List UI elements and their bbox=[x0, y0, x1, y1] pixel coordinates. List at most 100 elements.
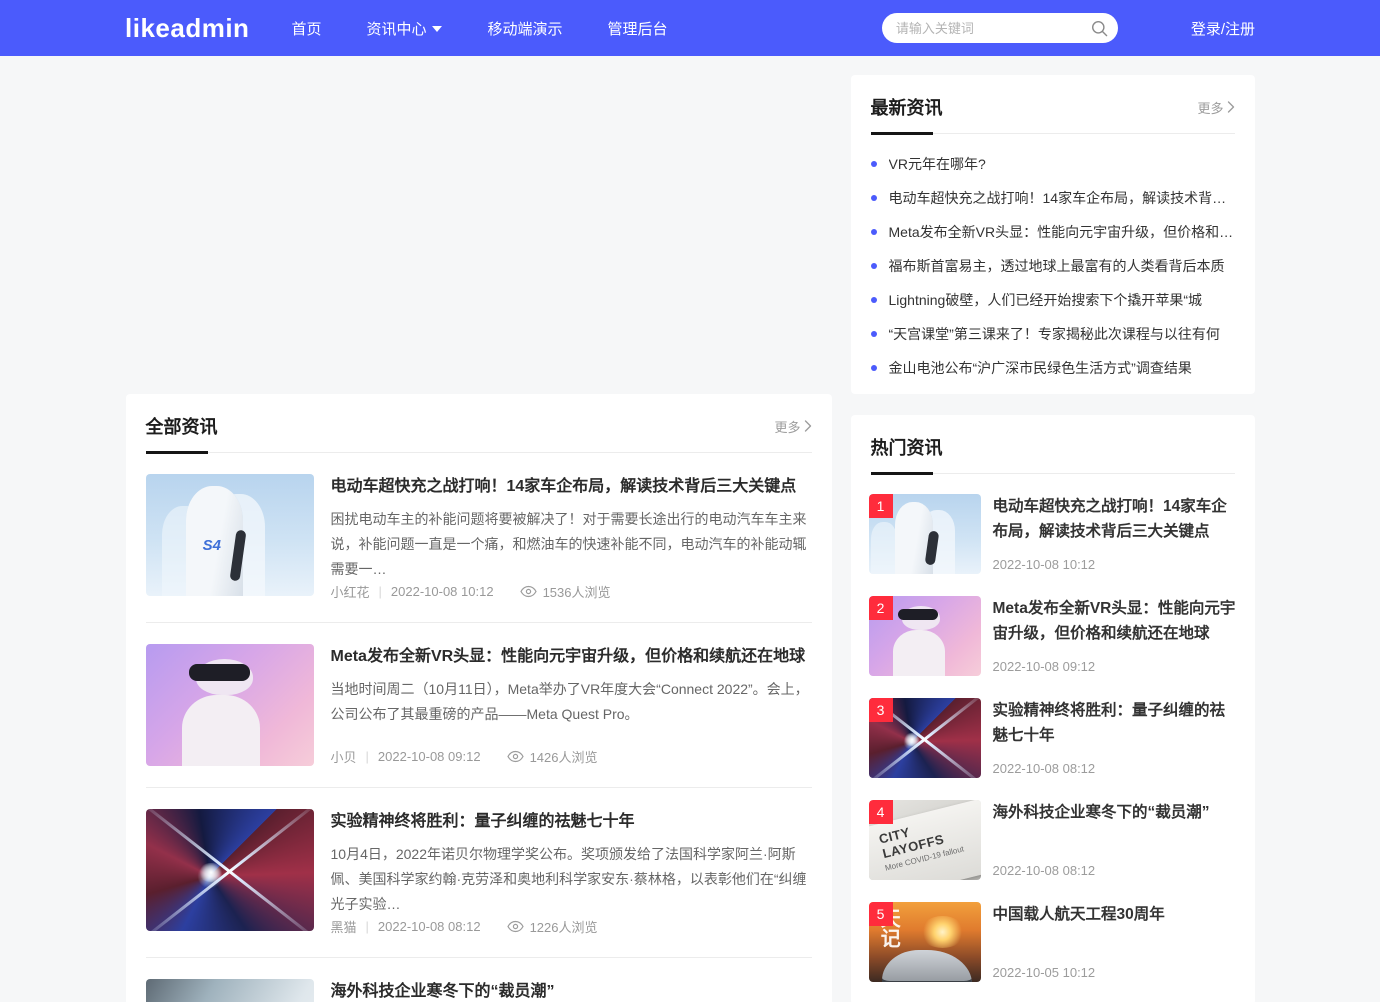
latest-news-list: VR元年在哪年? 电动车超快充之战打响！14家车企布局，解读技术背后三… Met… bbox=[851, 134, 1255, 385]
article-author: 黑猫 bbox=[331, 917, 357, 936]
article-row[interactable]: 海外科技企业寒冬下的“裁员潮” bbox=[146, 958, 812, 1002]
hot-news-item-date: 2022-10-08 08:12 bbox=[993, 761, 1237, 778]
hot-news-item-title[interactable]: 中国载人航天工程30周年 bbox=[993, 902, 1237, 927]
latest-news-item-text: VR元年在哪年? bbox=[889, 154, 986, 174]
hot-news-list: 1 电动车超快充之战打响！14家车企布局，解读技术背后三大关键点 2022-10… bbox=[851, 474, 1255, 1000]
search-icon[interactable] bbox=[1091, 20, 1108, 37]
article-date: 2022-10-08 08:12 bbox=[378, 919, 481, 934]
all-news-header: 全部资讯 更多 bbox=[146, 394, 812, 453]
hot-news-item[interactable]: 5 天记 中国载人航天工程30周年 2022-10-05 10:12 bbox=[869, 902, 1237, 982]
login-register-link[interactable]: 登录/注册 bbox=[1191, 18, 1255, 39]
likeadmin-logo[interactable]: likeadmin bbox=[125, 13, 249, 44]
rank-badge: 3 bbox=[869, 698, 893, 722]
article-views-label: 1426人浏览 bbox=[530, 747, 598, 766]
vr-visor-shape bbox=[898, 609, 938, 620]
bullet-dot-icon bbox=[871, 263, 877, 269]
article-row[interactable]: S4 电动车超快充之战打响！14家车企布局，解读技术背后三大关键点 困扰电动车主… bbox=[146, 453, 812, 623]
article-date: 2022-10-08 09:12 bbox=[378, 749, 481, 764]
latest-news-more-link[interactable]: 更多 bbox=[1197, 98, 1234, 117]
sun-glow-shape bbox=[920, 916, 965, 948]
latest-news-item-text: “天宫课堂”第三课来了！专家揭秘此次课程与以往有何 bbox=[889, 324, 1220, 344]
article-row[interactable]: Meta发布全新VR头显：性能向元宇宙升级，但价格和续航还在地球 当地时间周二（… bbox=[146, 623, 812, 788]
hot-news-item[interactable]: 2 Meta发布全新VR头显：性能向元宇宙升级，但价格和续航还在地球 2022-… bbox=[869, 596, 1237, 676]
chevron-down-icon bbox=[432, 26, 442, 32]
bullet-dot-icon bbox=[871, 365, 877, 371]
hot-news-item-date: 2022-10-08 09:12 bbox=[993, 659, 1237, 676]
article-thumbnail-layoffs-winter bbox=[146, 979, 314, 1002]
all-news-more-link[interactable]: 更多 bbox=[774, 417, 811, 436]
hot-news-item-title[interactable]: 电动车超快充之战打响！14家车企布局，解读技术背后三大关键点 bbox=[993, 494, 1237, 544]
latest-news-item[interactable]: Lightning破壁，人们已经开始搜索下个撬开苹果“城 bbox=[871, 283, 1235, 317]
hot-news-item-date: 2022-10-05 10:12 bbox=[993, 965, 1237, 982]
page-content: 全部资讯 更多 S4 电动车超快充之战打响！14家车企布局，解读技术背后三大关键… bbox=[126, 75, 1255, 1002]
article-title[interactable]: 海外科技企业寒冬下的“裁员潮” bbox=[331, 979, 812, 1002]
hot-thumbnail-vr-headset: 2 bbox=[869, 596, 981, 676]
hot-news-item-date: 2022-10-08 08:12 bbox=[993, 863, 1237, 880]
hot-news-item-title[interactable]: 实验精神终将胜利：量子纠缠的祛魅七十年 bbox=[993, 698, 1237, 748]
bullet-dot-icon bbox=[871, 195, 877, 201]
title-underline bbox=[146, 451, 208, 454]
article-meta: 小贝 | 2022-10-08 09:12 1426人浏览 bbox=[331, 747, 812, 766]
bullet-dot-icon bbox=[871, 229, 877, 235]
hot-news-header: 热门资讯 bbox=[871, 415, 1235, 474]
vr-visor-shape bbox=[189, 664, 249, 681]
search-box[interactable] bbox=[882, 13, 1118, 43]
article-description: 当地时间周二（10月11日），Meta举办了VR年度大会“Connect 202… bbox=[331, 677, 812, 727]
chevron-right-icon bbox=[1227, 101, 1235, 113]
nav-item-mobile-demo[interactable]: 移动端演示 bbox=[487, 18, 562, 39]
article-views: 1226人浏览 bbox=[507, 917, 598, 936]
article-thumbnail-ev-charging: S4 bbox=[146, 474, 314, 596]
hot-news-item[interactable]: 3 实验精神终将胜利：量子纠缠的祛魅七十年 2022-10-08 08:12 bbox=[869, 698, 1237, 778]
article-meta: 小红花 | 2022-10-08 10:12 1536人浏览 bbox=[331, 582, 812, 601]
article-date: 2022-10-08 10:12 bbox=[391, 584, 494, 599]
article-title[interactable]: 实验精神终将胜利：量子纠缠的祛魅七十年 bbox=[331, 809, 812, 835]
latest-news-item[interactable]: 福布斯首富易主，透过地球上最富有的人类看背后本质 bbox=[871, 249, 1235, 283]
nav-item-admin-backend[interactable]: 管理后台 bbox=[607, 18, 667, 39]
car-shape bbox=[882, 950, 972, 982]
nav-item-news-center-label: 资讯中心 bbox=[366, 18, 426, 39]
nav-item-home-label: 首页 bbox=[291, 18, 321, 39]
more-label: 更多 bbox=[774, 417, 800, 436]
hot-news-item-title[interactable]: 海外科技企业寒冬下的“裁员潮” bbox=[993, 800, 1237, 825]
hot-thumbnail-quantum: 3 bbox=[869, 698, 981, 778]
nav-item-home[interactable]: 首页 bbox=[291, 18, 321, 39]
all-news-card: 全部资讯 更多 S4 电动车超快充之战打响！14家车企布局，解读技术背后三大关键… bbox=[126, 394, 832, 1002]
latest-news-header: 最新资讯 更多 bbox=[871, 75, 1235, 134]
latest-news-item[interactable]: 电动车超快充之战打响！14家车企布局，解读技术背后三… bbox=[871, 181, 1235, 215]
all-news-title: 全部资讯 bbox=[146, 413, 218, 439]
latest-news-item[interactable]: Meta发布全新VR头显：性能向元宇宙升级，但价格和续…还 bbox=[871, 215, 1235, 249]
eye-icon bbox=[507, 750, 524, 763]
search-input[interactable] bbox=[896, 21, 1091, 36]
latest-news-item[interactable]: 金山电池公布“沪广深市民绿色生活方式”调查结果 bbox=[871, 351, 1235, 385]
hot-thumbnail-ev-charging: 1 bbox=[869, 494, 981, 574]
nav-item-news-center[interactable]: 资讯中心 bbox=[366, 18, 442, 39]
article-description: 困扰电动车主的补能问题将要被解决了！对于需要长途出行的电动汽车车主来说，补能问题… bbox=[331, 507, 812, 582]
rank-badge: 5 bbox=[869, 902, 893, 926]
latest-news-title: 最新资讯 bbox=[871, 94, 943, 120]
latest-news-card: 最新资讯 更多 VR元年在哪年? 电动车超快充之战打响！14家车企布局，解读技术… bbox=[851, 75, 1255, 394]
article-title[interactable]: Meta发布全新VR头显：性能向元宇宙升级，但价格和续航还在地球 bbox=[331, 644, 812, 670]
title-underline bbox=[871, 472, 933, 475]
latest-news-item-text: Meta发布全新VR头显：性能向元宇宙升级，但价格和续…还 bbox=[889, 222, 1235, 242]
article-author: 小红花 bbox=[331, 582, 370, 601]
article-views-label: 1536人浏览 bbox=[543, 582, 611, 601]
article-title[interactable]: 电动车超快充之战打响！14家车企布局，解读技术背后三大关键点 bbox=[331, 474, 812, 500]
article-views-label: 1226人浏览 bbox=[530, 917, 598, 936]
hot-news-item-title[interactable]: Meta发布全新VR头显：性能向元宇宙升级，但价格和续航还在地球 bbox=[993, 596, 1237, 646]
hot-news-card: 热门资讯 1 电动车超快充之战打响！14家车企布局，解读技术背后三大关键点 20… bbox=[851, 415, 1255, 1002]
latest-news-item[interactable]: VR元年在哪年? bbox=[871, 147, 1235, 181]
banner-empty-area bbox=[126, 75, 832, 394]
hot-news-item[interactable]: 1 电动车超快充之战打响！14家车企布局，解读技术背后三大关键点 2022-10… bbox=[869, 494, 1237, 574]
latest-news-item[interactable]: “天宫课堂”第三课来了！专家揭秘此次课程与以往有何 bbox=[871, 317, 1235, 351]
hot-news-title: 热门资讯 bbox=[871, 434, 943, 460]
article-row[interactable]: 实验精神终将胜利：量子纠缠的祛魅七十年 10月4日，2022年诺贝尔物理学奖公布… bbox=[146, 788, 812, 958]
hot-news-item[interactable]: 4 CITYLAYOFFS More COVID-19 fallout 海外科技… bbox=[869, 800, 1237, 880]
bullet-dot-icon bbox=[871, 297, 877, 303]
nav-links: 首页 资讯中心 移动端演示 管理后台 bbox=[291, 18, 667, 39]
article-description: 10月4日，2022年诺贝尔物理学奖公布。奖项颁发给了法国科学家阿兰·阿斯佩、美… bbox=[331, 842, 812, 917]
bullet-dot-icon bbox=[871, 161, 877, 167]
latest-news-item-text: 电动车超快充之战打响！14家车企布局，解读技术背后三… bbox=[889, 188, 1235, 208]
chevron-right-icon bbox=[804, 420, 812, 432]
meta-separator: | bbox=[366, 919, 369, 934]
rank-badge: 4 bbox=[869, 800, 893, 824]
